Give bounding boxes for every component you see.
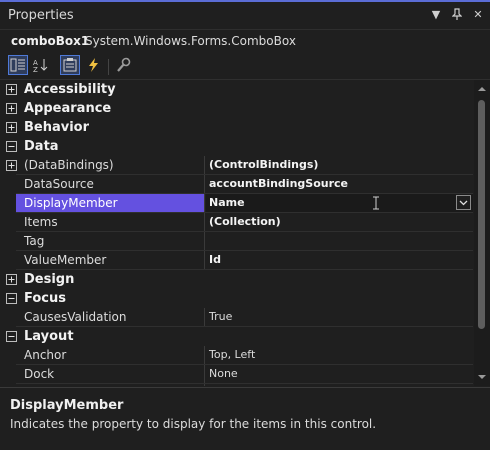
properties-toolbar: A Z [0,53,490,80]
column-divider [204,156,205,174]
category-row[interactable]: Data [0,137,473,156]
collapse-icon[interactable] [6,141,17,152]
description-text: Indicates the property to display for th… [10,417,377,431]
dropdown-button[interactable] [456,195,471,210]
category-row[interactable]: Behavior [0,118,473,137]
category-label: Data [24,139,59,154]
property-value[interactable]: (ControlBindings) [206,156,473,174]
lightning-icon [89,58,98,72]
chevron-down-icon [459,200,468,205]
category-row[interactable]: Focus [0,289,473,308]
object-type: System.Windows.Forms.ComboBox [85,34,296,48]
object-selector[interactable]: comboBox1 System.Windows.Forms.ComboBox [0,30,490,52]
property-value[interactable]: Top, Left [206,346,473,364]
alphabetical-view-button[interactable]: A Z [31,55,51,75]
window-title: Properties [8,8,74,23]
column-divider [204,213,205,231]
property-grid: Accessibility Appearance Behavior Data (Data… [0,80,473,386]
property-name[interactable]: CausesValidation [16,308,204,326]
column-divider [204,232,205,250]
property-name[interactable]: (DataBindings) [16,156,204,174]
window-controls: ▼ ✕ [430,8,484,23]
column-divider [204,251,205,269]
property-row[interactable]: Tag [0,232,473,251]
vertical-scrollbar[interactable] [474,80,490,386]
property-row[interactable]: ValueMember Id [0,251,473,270]
expand-icon[interactable] [6,122,17,133]
close-icon[interactable]: ✕ [472,8,484,23]
pin-icon[interactable] [451,8,463,23]
text-cursor-icon [372,196,380,213]
dropdown-arrow-icon[interactable]: ▼ [430,8,442,23]
object-name: comboBox1 [11,34,90,48]
description-panel: DisplayMember Indicates the property to … [0,387,490,450]
property-name[interactable]: Tag [16,232,204,250]
property-value[interactable]: True [206,308,473,326]
expand-icon[interactable] [6,84,17,95]
property-value[interactable] [206,232,473,250]
category-row[interactable]: Accessibility [0,80,473,99]
property-value[interactable]: None [206,365,473,383]
category-row[interactable]: Design [0,270,473,289]
description-title: DisplayMember [10,398,124,413]
property-row[interactable]: DataSource accountBindingSource [0,175,473,194]
category-label: Appearance [24,101,112,116]
title-bar: Properties ▼ ✕ [0,2,490,30]
property-name[interactable]: Dock [16,365,204,383]
property-value[interactable]: accountBindingSource [206,175,473,193]
category-label: Accessibility [24,82,116,97]
property-name[interactable]: DisplayMember [16,194,204,212]
categorized-view-button[interactable] [8,55,28,75]
property-row[interactable]: Dock None [0,365,473,384]
alphabetical-icon: A Z [33,59,48,73]
property-row[interactable]: Location40, 245 [0,384,473,386]
column-divider [204,365,205,383]
category-row[interactable]: Layout [0,327,473,346]
property-value[interactable]: 40, 245 [206,384,473,386]
property-value[interactable]: Id [206,251,473,269]
property-row[interactable]: (DataBindings) (ControlBindings) [0,156,473,175]
properties-view-button[interactable] [60,55,80,75]
scrollbar-thumb[interactable] [478,100,485,329]
property-pages-button[interactable] [114,55,134,75]
property-name[interactable]: DataSource [16,175,204,193]
toolbar-separator [108,59,109,75]
column-divider [204,175,205,193]
category-label: Focus [24,291,66,306]
column-divider [204,384,205,386]
expand-icon[interactable] [6,103,17,114]
scroll-up-icon[interactable] [478,85,486,93]
property-name[interactable]: Anchor [16,346,204,364]
category-label: Layout [24,329,74,344]
property-row[interactable]: CausesValidation True [0,308,473,327]
property-name[interactable]: Location [16,384,204,386]
category-row[interactable]: Appearance [0,99,473,118]
property-row[interactable]: Items (Collection) [0,213,473,232]
property-value[interactable]: Name [206,194,473,212]
collapse-icon[interactable] [6,331,17,342]
expand-icon[interactable] [6,274,17,285]
column-divider [204,308,205,326]
events-view-button[interactable] [84,55,104,75]
wrench-icon [117,57,131,72]
property-name[interactable]: Items [16,213,204,231]
property-row[interactable]: Anchor Top, Left [0,346,473,365]
property-name[interactable]: ValueMember [16,251,204,269]
collapse-icon[interactable] [6,293,17,304]
column-divider [204,194,205,212]
category-label: Behavior [24,120,90,135]
scroll-down-icon[interactable] [478,373,486,381]
category-label: Design [24,272,75,287]
properties-icon [63,58,77,72]
categorized-icon [10,58,25,72]
property-row[interactable]: DisplayMember Name [0,194,473,213]
svg-text:Z: Z [33,66,38,73]
property-value[interactable]: (Collection) [206,213,473,231]
column-divider [204,346,205,364]
